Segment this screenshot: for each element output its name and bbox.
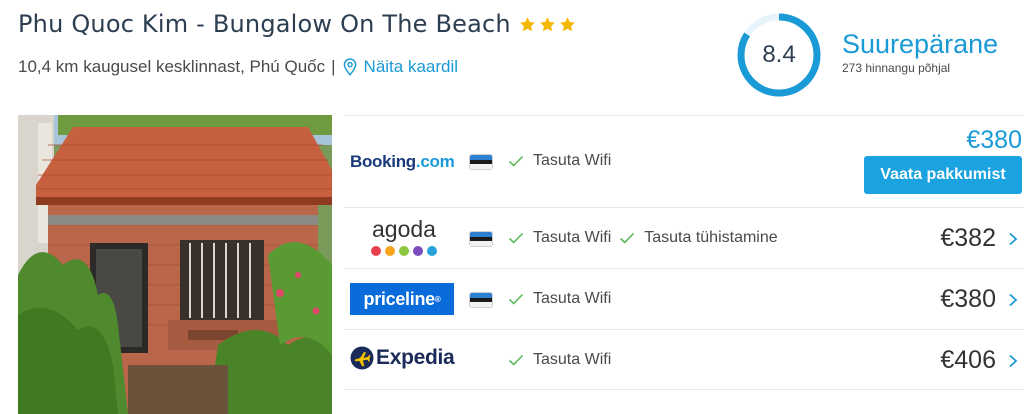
amenity-item: Tasuta Wifi bbox=[508, 229, 611, 247]
expedia-plane-icon bbox=[350, 346, 374, 370]
estonia-flag-icon bbox=[470, 293, 492, 307]
amenity-item: Tasuta Wifi bbox=[508, 290, 611, 308]
amenities: Tasuta Wifi bbox=[508, 152, 619, 170]
agoda-dots bbox=[364, 246, 444, 256]
agoda-logo-word: agoda bbox=[372, 216, 436, 242]
booking-logo-suffix: .com bbox=[415, 152, 455, 171]
rating-summary[interactable]: 8.4 Suurepärane 273 hinnangu põhjal bbox=[736, 12, 998, 98]
amenity-label: Tasuta Wifi bbox=[533, 152, 612, 169]
check-icon bbox=[508, 293, 524, 305]
deal-list: Booking.com Tasuta Wifi €380 Vaata pakku… bbox=[344, 115, 1024, 390]
amenities: Tasuta Wifi Tasuta tühistamine bbox=[508, 229, 786, 247]
hotel-name[interactable]: Phu Quoc Kim - Bungalow On The Beach bbox=[18, 10, 511, 38]
hotel-photo[interactable] bbox=[18, 115, 332, 414]
separator: | bbox=[331, 57, 336, 76]
star-icon bbox=[559, 16, 575, 31]
expedia-logo: Expedia bbox=[350, 346, 455, 370]
rating-text: Suurepärane 273 hinnangu põhjal bbox=[842, 29, 998, 75]
priceline-logo-main: priceline bbox=[363, 288, 436, 309]
rating-score: 8.4 bbox=[762, 41, 796, 68]
hotel-header: Phu Quoc Kim - Bungalow On The Beach bbox=[18, 10, 576, 38]
chevron-right-icon[interactable] bbox=[1008, 354, 1018, 368]
distance-text: 10,4 km kaugusel kesklinnast, Phú Quốc bbox=[18, 57, 326, 76]
estonia-flag-icon bbox=[470, 155, 492, 169]
deal-price-featured[interactable]: €380 bbox=[966, 126, 1022, 155]
hotel-location: 10,4 km kaugusel kesklinnast, Phú Quốc |… bbox=[18, 57, 458, 77]
star-icon bbox=[519, 16, 535, 31]
priceline-logo: priceline ® bbox=[350, 283, 454, 315]
show-on-map-label: Näita kaardil bbox=[363, 57, 459, 76]
estonia-flag-icon bbox=[470, 232, 492, 246]
bungalow-image bbox=[18, 115, 332, 414]
amenity-item: Tasuta tühistamine bbox=[619, 229, 778, 247]
deal-price[interactable]: €406 bbox=[940, 346, 996, 375]
chevron-right-icon[interactable] bbox=[1008, 232, 1018, 246]
agoda-logo: agoda bbox=[364, 216, 444, 256]
amenity-item: Tasuta Wifi bbox=[508, 351, 611, 369]
deal-row-expedia[interactable]: Expedia Tasuta Wifi €406 bbox=[344, 329, 1024, 390]
deal-row-booking[interactable]: Booking.com Tasuta Wifi €380 Vaata pakku… bbox=[344, 115, 1024, 207]
deal-row-priceline[interactable]: priceline ® Tasuta Wifi €380 bbox=[344, 268, 1024, 329]
rating-label: Suurepärane bbox=[842, 29, 999, 59]
star-icon bbox=[539, 16, 555, 31]
rating-count: 273 hinnangu põhjal bbox=[842, 61, 951, 75]
check-icon bbox=[508, 155, 524, 167]
star-rating bbox=[519, 16, 576, 33]
booking-logo-main: Booking bbox=[350, 152, 416, 171]
amenities: Tasuta Wifi bbox=[508, 290, 619, 308]
deal-price[interactable]: €382 bbox=[940, 224, 996, 253]
check-icon bbox=[508, 232, 524, 244]
priceline-logo-suffix: ® bbox=[434, 294, 441, 304]
check-icon bbox=[508, 354, 524, 366]
amenity-item: Tasuta Wifi bbox=[508, 152, 611, 170]
chevron-right-icon[interactable] bbox=[1008, 293, 1018, 307]
amenities: Tasuta Wifi bbox=[508, 351, 619, 369]
amenity-label: Tasuta tühistamine bbox=[644, 229, 778, 246]
amenity-label: Tasuta Wifi bbox=[533, 290, 612, 307]
booking-logo: Booking.com bbox=[350, 152, 455, 172]
rating-ring: 8.4 bbox=[736, 12, 822, 98]
amenity-label: Tasuta Wifi bbox=[533, 351, 612, 368]
deal-price[interactable]: €380 bbox=[940, 285, 996, 314]
expedia-logo-word: Expedia bbox=[376, 346, 455, 369]
deal-row-agoda[interactable]: agoda Tasuta Wifi Tasuta tühistamine €38… bbox=[344, 207, 1024, 268]
view-deal-button[interactable]: Vaata pakkumist bbox=[864, 156, 1022, 194]
map-pin-icon bbox=[343, 58, 356, 76]
show-on-map-link[interactable]: Näita kaardil bbox=[342, 57, 459, 77]
amenity-label: Tasuta Wifi bbox=[533, 229, 612, 246]
check-icon bbox=[620, 232, 635, 244]
